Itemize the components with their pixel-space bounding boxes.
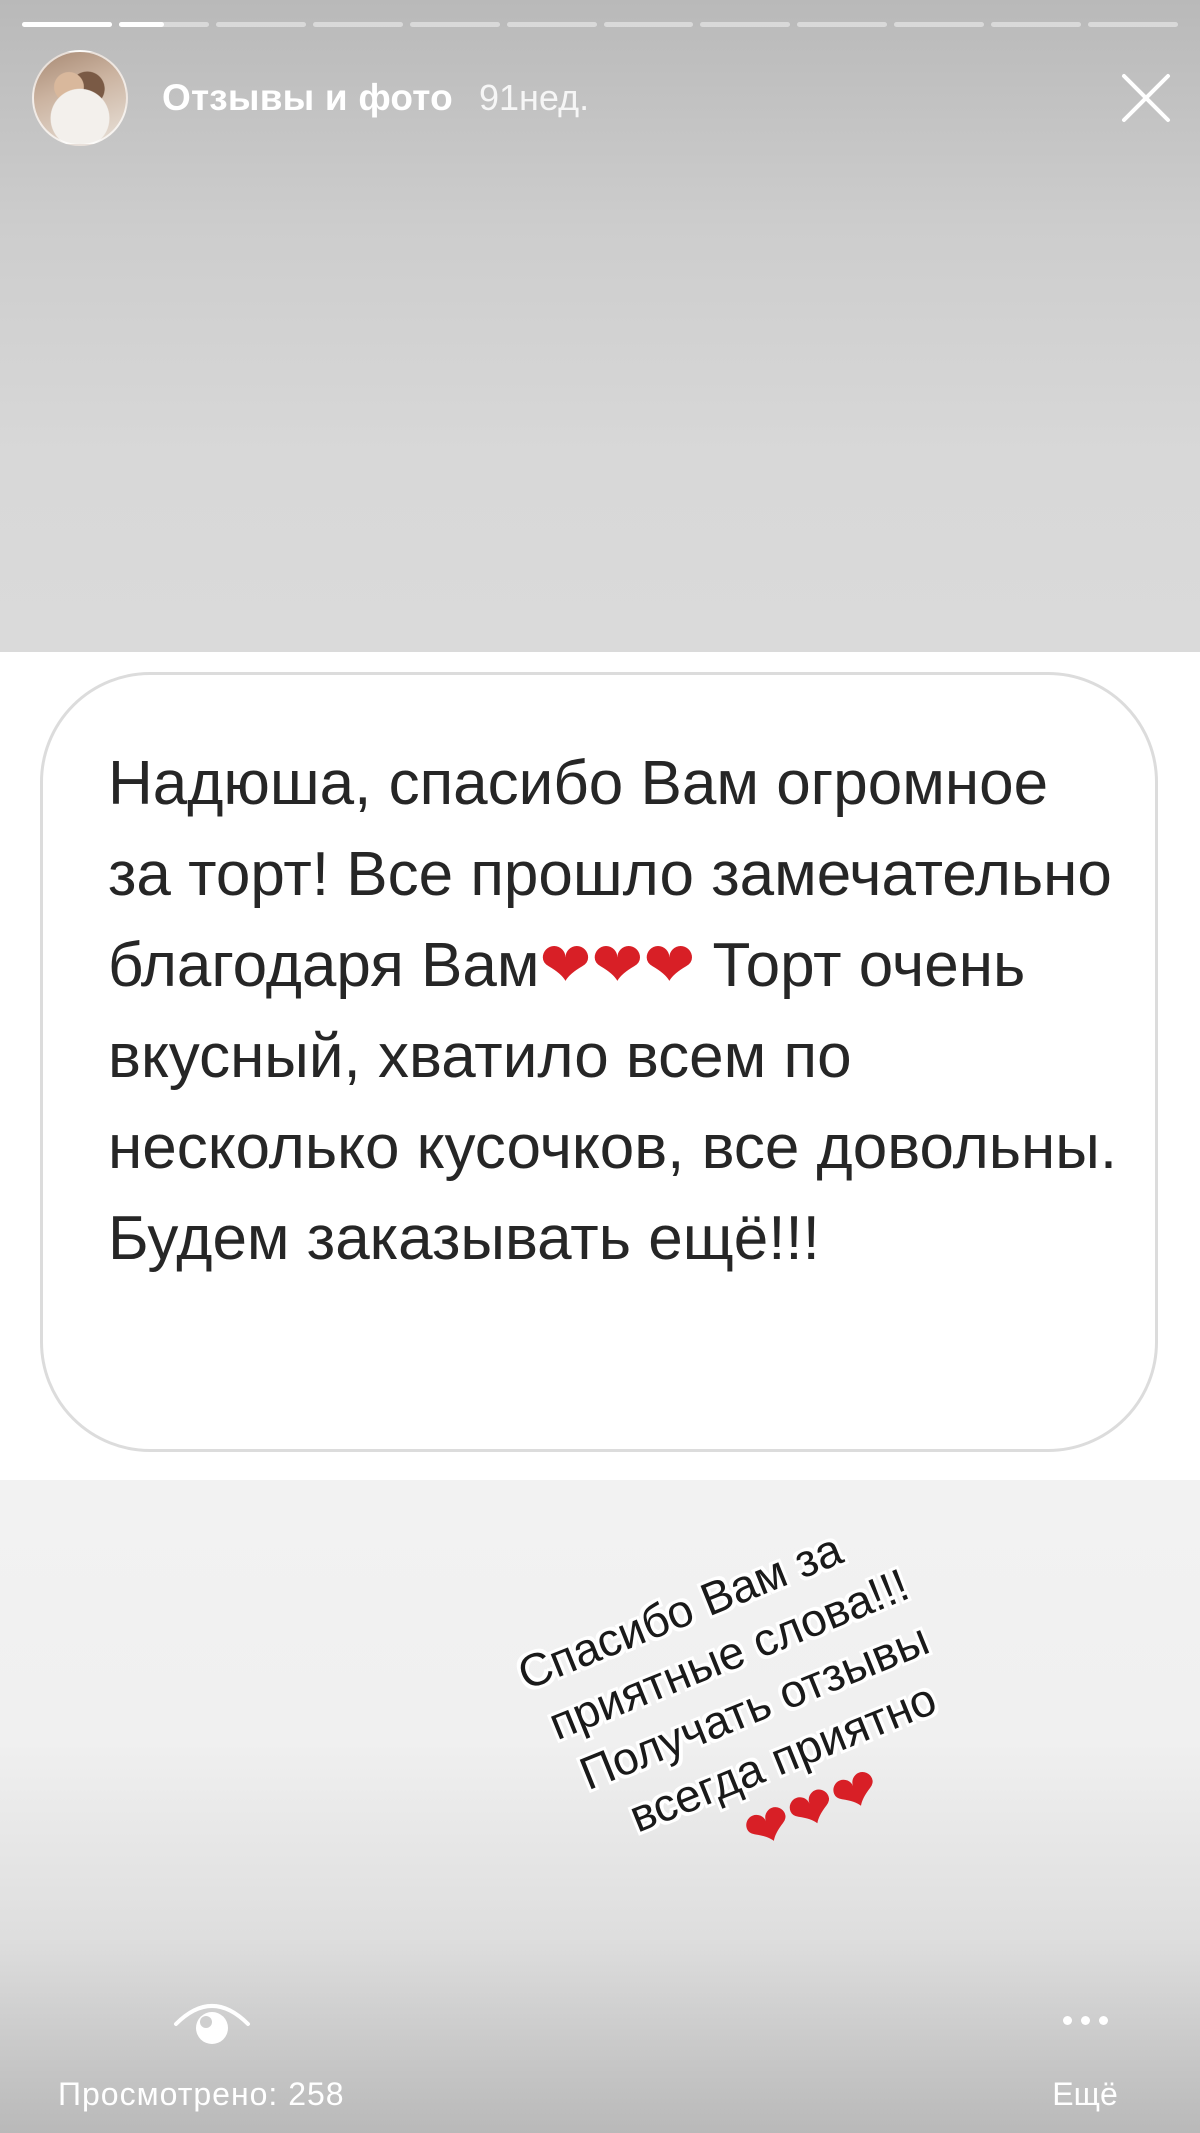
progress-segment bbox=[506, 22, 597, 27]
more-label[interactable]: Ещё bbox=[1050, 2076, 1120, 2113]
avatar[interactable] bbox=[32, 50, 128, 146]
time-ago: 91нед. bbox=[478, 77, 590, 118]
eye-icon bbox=[174, 2004, 250, 2044]
progress-segment bbox=[1088, 22, 1179, 27]
more-dots-icon bbox=[1098, 2015, 1108, 2025]
progress-segment bbox=[894, 22, 985, 27]
user-name[interactable]: Отзывы и фото bbox=[162, 77, 453, 119]
views-count-label[interactable]: Просмотрено: 258 bbox=[58, 2076, 345, 2113]
heart-icons: ❤❤❤ bbox=[539, 931, 696, 1000]
progress-segment bbox=[312, 22, 403, 27]
progress-segment bbox=[409, 22, 500, 27]
progress-segment bbox=[991, 22, 1082, 27]
story-viewer[interactable]: Отзывы и фото 91нед. Надюша, спасибо Вам… bbox=[0, 0, 1200, 2133]
progress-segment bbox=[797, 22, 888, 27]
progress-segment bbox=[700, 22, 791, 27]
review-message: Надюша, спасибо Вам огромное за торт! Вс… bbox=[108, 738, 1128, 1284]
close-icon bbox=[1122, 74, 1170, 122]
story-header: Отзывы и фото 91нед. bbox=[32, 50, 1176, 146]
progress-segment bbox=[22, 22, 112, 27]
progress-segment bbox=[603, 22, 694, 27]
more-button[interactable] bbox=[1050, 2000, 1120, 2040]
story-progress-bar bbox=[22, 22, 1179, 27]
progress-segment bbox=[215, 22, 306, 27]
views-button[interactable] bbox=[172, 1994, 252, 2050]
more-dots-icon bbox=[1080, 2015, 1090, 2025]
progress-segment-current bbox=[118, 22, 209, 27]
close-button[interactable] bbox=[1116, 68, 1176, 128]
more-dots-icon bbox=[1062, 2015, 1072, 2025]
